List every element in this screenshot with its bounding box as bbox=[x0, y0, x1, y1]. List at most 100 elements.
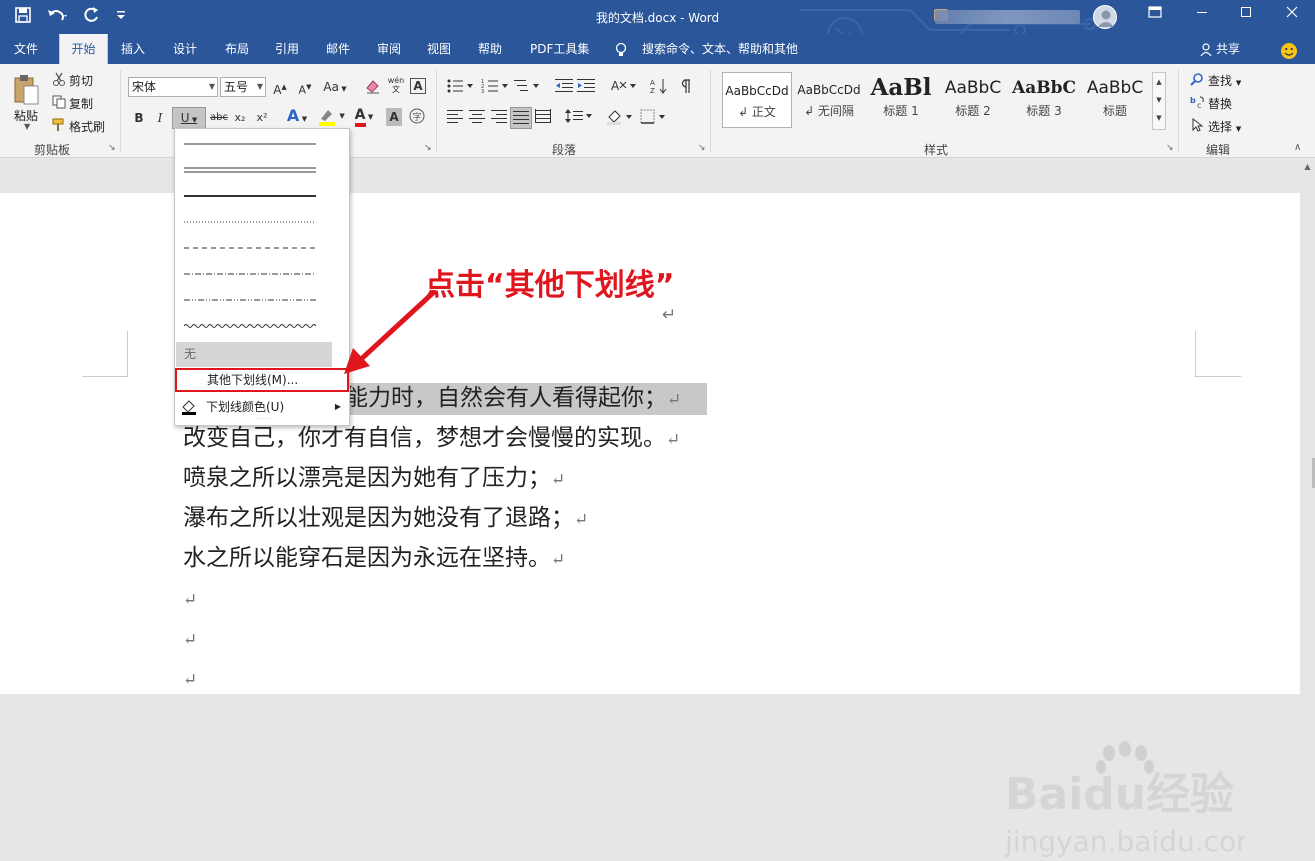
paragraph-shading-icon[interactable] bbox=[607, 109, 635, 127]
format-painter-button[interactable]: 格式刷 bbox=[69, 118, 105, 135]
document-line-1[interactable]: 能力时，自然会有人看得起你；↵ bbox=[345, 383, 708, 415]
subscript-button[interactable]: x₂ bbox=[232, 109, 248, 127]
sort-icon[interactable]: AZ bbox=[650, 78, 668, 96]
underline-dash-dot-dot-option[interactable] bbox=[184, 291, 316, 309]
dialog-launcher-icon[interactable]: ↘ bbox=[1166, 143, 1174, 153]
highlight-color-icon[interactable]: ▼ bbox=[315, 107, 347, 126]
character-shading-button[interactable]: A bbox=[386, 108, 402, 126]
close-icon[interactable] bbox=[1280, 6, 1304, 28]
numbering-icon[interactable]: 123 bbox=[481, 78, 509, 96]
font-name-combo[interactable]: 宋体 ▼ bbox=[128, 77, 218, 97]
avatar[interactable] bbox=[1093, 5, 1117, 29]
distributed-icon[interactable] bbox=[534, 109, 552, 127]
collapse-ribbon-icon[interactable]: ∧ bbox=[1294, 142, 1301, 153]
find-button[interactable]: 查找 ▼ bbox=[1208, 72, 1241, 89]
text-effects-button[interactable]: A ▼ bbox=[284, 107, 310, 125]
document-line-2[interactable]: 改变自己，你才有自信，梦想才会慢慢的实现。↵ bbox=[183, 423, 680, 455]
underline-none-option[interactable]: 无 bbox=[176, 342, 332, 367]
line-spacing-icon[interactable] bbox=[565, 109, 593, 127]
bold-button[interactable]: B bbox=[132, 109, 146, 127]
style-title[interactable]: AaBbC 标题 bbox=[1080, 72, 1150, 128]
resize-grip-icon[interactable]: ····· bbox=[257, 416, 272, 423]
cut-button[interactable]: 剪切 bbox=[69, 72, 93, 89]
tab-view[interactable]: 视图 bbox=[427, 34, 451, 64]
style-heading-1[interactable]: AaBl 标题 1 bbox=[866, 72, 936, 128]
underline-thick-option[interactable] bbox=[184, 187, 316, 205]
underline-button[interactable]: U ▼ bbox=[172, 107, 206, 129]
cut-icon[interactable] bbox=[52, 72, 66, 89]
share-icon[interactable] bbox=[1200, 34, 1214, 64]
clear-formatting-icon[interactable] bbox=[365, 78, 381, 96]
empty-line[interactable]: ↵ bbox=[183, 583, 197, 615]
select-button[interactable]: 选择 ▼ bbox=[1208, 118, 1241, 135]
superscript-button[interactable]: x² bbox=[254, 109, 270, 127]
scroll-up-icon[interactable]: ▲ bbox=[1153, 73, 1165, 91]
paste-dropdown-icon[interactable]: ▼ bbox=[24, 122, 30, 131]
tab-design[interactable]: 设计 bbox=[173, 34, 197, 64]
replace-icon[interactable]: bc bbox=[1190, 95, 1206, 112]
tab-insert[interactable]: 插入 bbox=[121, 34, 145, 64]
asian-layout-icon[interactable]: A bbox=[610, 78, 638, 96]
underline-dashed-option[interactable] bbox=[184, 239, 316, 257]
style-heading-2[interactable]: AaBbC 标题 2 bbox=[938, 72, 1008, 128]
tab-layout[interactable]: 布局 bbox=[225, 34, 249, 64]
format-painter-icon[interactable] bbox=[52, 118, 66, 135]
style-heading-3[interactable]: AaBbC 标题 3 bbox=[1009, 72, 1079, 128]
font-color-button[interactable]: A ▼ bbox=[350, 106, 378, 127]
tab-help[interactable]: 帮助 bbox=[478, 34, 502, 64]
borders-icon[interactable] bbox=[640, 109, 668, 127]
styles-gallery-scroll[interactable]: ▲ ▼ ▼ bbox=[1152, 72, 1166, 130]
justify-icon[interactable] bbox=[510, 107, 532, 129]
copy-button[interactable]: 复制 bbox=[69, 95, 93, 112]
paste-icon[interactable] bbox=[12, 74, 40, 109]
italic-button[interactable]: I bbox=[153, 109, 167, 127]
underline-single-option[interactable] bbox=[184, 135, 316, 153]
find-icon[interactable] bbox=[1190, 72, 1204, 89]
tab-file[interactable]: 文件 bbox=[14, 34, 38, 64]
enclose-characters-icon[interactable]: 字 bbox=[408, 108, 426, 126]
align-right-icon[interactable] bbox=[490, 109, 508, 127]
document-line-5[interactable]: 水之所以能穿石是因为永远在坚持。↵ bbox=[183, 543, 565, 575]
align-left-icon[interactable] bbox=[446, 109, 464, 127]
share-button[interactable]: 共享 bbox=[1216, 34, 1240, 64]
replace-button[interactable]: 替换 bbox=[1208, 95, 1232, 112]
style-normal[interactable]: AaBbCcDd ↲ 正文 bbox=[722, 72, 792, 128]
maximize-icon[interactable] bbox=[1234, 6, 1258, 28]
scroll-down-icon[interactable]: ▼ bbox=[1153, 91, 1165, 109]
minimize-icon[interactable] bbox=[1190, 6, 1214, 28]
font-size-combo[interactable]: 五号 ▼ bbox=[220, 77, 266, 97]
gallery-more-icon[interactable]: ▼ bbox=[1153, 109, 1165, 127]
empty-line[interactable]: ↵ bbox=[183, 663, 197, 695]
character-border-icon[interactable]: A bbox=[410, 78, 426, 94]
copy-icon[interactable] bbox=[52, 95, 66, 112]
select-icon[interactable] bbox=[1190, 117, 1204, 135]
dialog-launcher-icon[interactable]: ↘ bbox=[108, 143, 116, 153]
dialog-launcher-icon[interactable]: ↘ bbox=[698, 143, 706, 153]
underline-dash-dot-option[interactable] bbox=[184, 265, 316, 283]
document-line-3[interactable]: 喷泉之所以漂亮是因为她有了压力；↵ bbox=[183, 463, 565, 495]
scroll-up-icon[interactable]: ▲ bbox=[1302, 162, 1313, 172]
phonetic-guide-button[interactable]: wén 文 bbox=[386, 76, 406, 94]
more-underlines-option[interactable]: 其他下划线(M)... bbox=[175, 368, 349, 392]
empty-line[interactable]: ↵ bbox=[183, 623, 197, 655]
underline-wave-option[interactable] bbox=[184, 317, 316, 335]
smiley-icon[interactable] bbox=[1280, 41, 1298, 59]
underline-double-option[interactable] bbox=[184, 161, 316, 179]
grow-font-icon[interactable]: A▲ bbox=[272, 78, 288, 97]
document-line-4[interactable]: 瀑布之所以壮观是因为她没有了退路；↵ bbox=[183, 503, 588, 535]
tab-pdf-tools[interactable]: PDF工具集 bbox=[530, 34, 589, 64]
change-case-button[interactable]: Aa ▼ bbox=[322, 78, 348, 96]
vertical-scrollbar[interactable]: ▲ bbox=[1300, 158, 1315, 694]
align-center-icon[interactable] bbox=[468, 109, 486, 127]
tab-mailings[interactable]: 邮件 bbox=[326, 34, 350, 64]
tell-me-search[interactable]: 搜索命令、文本、帮助和其他 bbox=[642, 34, 798, 64]
tab-home[interactable]: 开始 bbox=[59, 34, 108, 64]
tab-review[interactable]: 审阅 bbox=[377, 34, 401, 64]
style-no-spacing[interactable]: AaBbCcDd ↲ 无间隔 bbox=[794, 72, 864, 128]
multilevel-list-icon[interactable] bbox=[514, 78, 542, 96]
dialog-launcher-icon[interactable]: ↘ bbox=[424, 143, 432, 153]
show-marks-icon[interactable] bbox=[676, 78, 694, 96]
tab-references[interactable]: 引用 bbox=[275, 34, 299, 64]
bullets-icon[interactable] bbox=[446, 78, 474, 96]
underline-dotted-option[interactable] bbox=[184, 213, 316, 231]
